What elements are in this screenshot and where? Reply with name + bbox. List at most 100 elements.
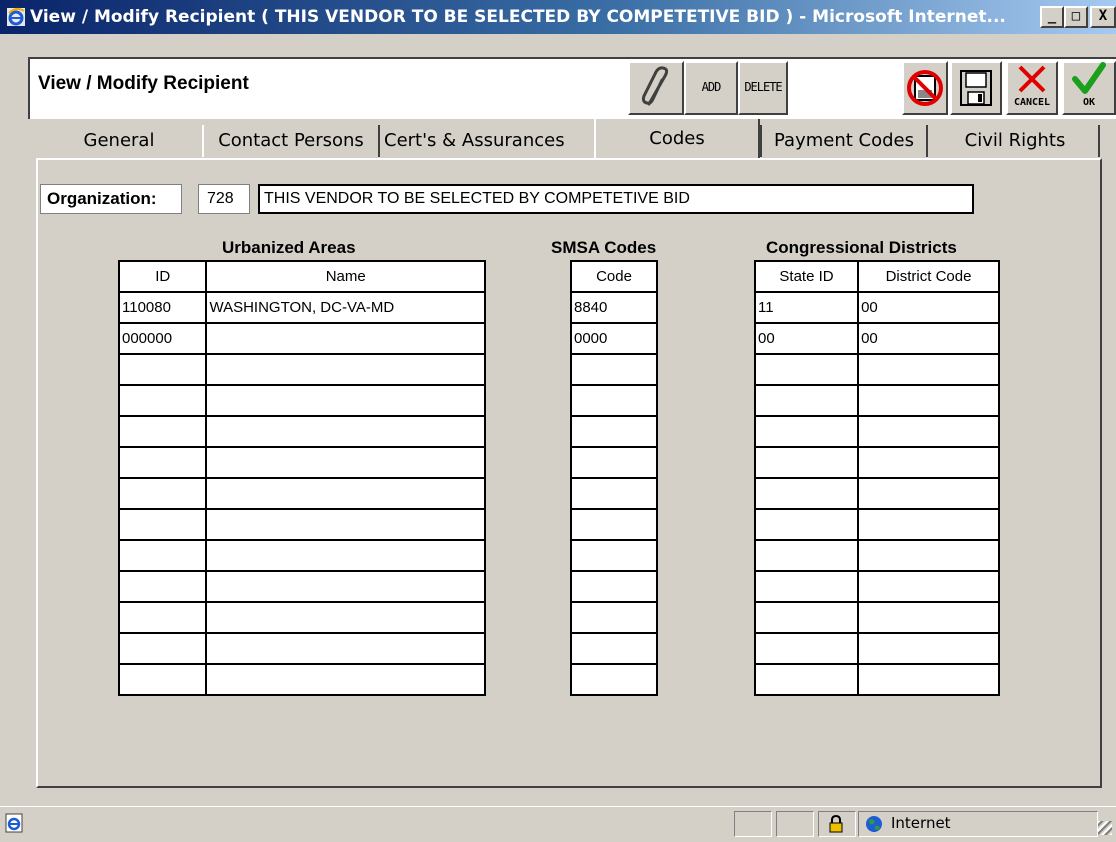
ua-name-cell[interactable] [205, 663, 486, 696]
maximize-button[interactable]: □ [1064, 6, 1088, 28]
ua-name-cell[interactable] [205, 508, 486, 541]
table-row [753, 570, 1000, 603]
close-button[interactable]: X [1090, 6, 1116, 28]
smsa-code-cell[interactable] [570, 601, 658, 634]
state-id-cell[interactable] [753, 446, 860, 479]
tab-civil-rights[interactable]: Civil Rights [932, 125, 1100, 157]
district-code-cell[interactable] [857, 663, 1000, 696]
ua-name-cell[interactable] [205, 353, 486, 386]
smsa-code-cell[interactable] [570, 384, 658, 417]
state-id-cell[interactable] [753, 539, 860, 572]
ua-name-cell[interactable]: WASHINGTON, DC-VA-MD [205, 291, 486, 324]
ua-name-cell[interactable] [205, 446, 486, 479]
resize-grip[interactable] [1098, 821, 1112, 835]
state-id-cell[interactable] [753, 384, 860, 417]
add-button[interactable]: ADD [684, 61, 738, 115]
state-id-cell[interactable] [753, 570, 860, 603]
district-code-cell[interactable] [857, 539, 1000, 572]
ua-name-cell[interactable] [205, 570, 486, 603]
organization-id-field[interactable]: 728 [198, 184, 250, 214]
ua-id-cell[interactable] [117, 601, 208, 634]
ua-id-cell[interactable] [117, 508, 208, 541]
table-row [753, 508, 1000, 541]
district-code-cell[interactable] [857, 353, 1000, 386]
ua-name-cell[interactable] [205, 632, 486, 665]
smsa-code-cell[interactable] [570, 353, 658, 386]
table-row [117, 477, 486, 510]
tab-general[interactable]: General [36, 125, 202, 157]
ua-id-cell[interactable] [117, 384, 208, 417]
tab-codes[interactable]: Codes [594, 119, 760, 159]
table-row [570, 663, 658, 696]
district-code-cell[interactable] [857, 508, 1000, 541]
table-row: 0000 [753, 322, 1000, 355]
smsa-code-cell[interactable] [570, 477, 658, 510]
column-header-code[interactable]: Code [570, 260, 658, 293]
smsa-code-cell[interactable] [570, 570, 658, 603]
tab-payment-codes[interactable]: Payment Codes [760, 125, 928, 157]
district-code-cell[interactable] [857, 632, 1000, 665]
state-id-cell[interactable] [753, 508, 860, 541]
ua-id-cell[interactable] [117, 446, 208, 479]
state-id-cell[interactable]: 00 [753, 322, 860, 355]
district-code-cell[interactable] [857, 570, 1000, 603]
ua-id-cell[interactable] [117, 415, 208, 448]
ua-id-cell[interactable] [117, 539, 208, 572]
column-header-id[interactable]: ID [117, 260, 208, 293]
delete-button[interactable]: DELETE [738, 61, 788, 115]
tab-certs-assurances[interactable]: Cert's & Assurances [380, 125, 594, 157]
save-button[interactable] [950, 61, 1002, 115]
attach-button[interactable] [628, 61, 684, 115]
state-id-cell[interactable] [753, 477, 860, 510]
state-id-cell[interactable] [753, 601, 860, 634]
ua-name-cell[interactable] [205, 477, 486, 510]
smsa-code-cell[interactable] [570, 663, 658, 696]
smsa-code-cell[interactable] [570, 415, 658, 448]
column-header-name[interactable]: Name [205, 260, 486, 293]
ok-button[interactable]: OK [1062, 61, 1116, 115]
table-row [117, 508, 486, 541]
state-id-cell[interactable]: 11 [753, 291, 860, 324]
ua-id-cell[interactable] [117, 663, 208, 696]
table-row [117, 353, 486, 386]
state-id-cell[interactable] [753, 663, 860, 696]
district-code-cell[interactable] [857, 415, 1000, 448]
district-code-cell[interactable] [857, 384, 1000, 417]
column-header-state-id[interactable]: State ID [753, 260, 860, 293]
ua-name-cell[interactable] [205, 322, 486, 355]
minimize-button[interactable]: _ [1040, 6, 1064, 28]
table-row: 11 00 [753, 291, 1000, 324]
smsa-code-cell[interactable] [570, 508, 658, 541]
state-id-cell[interactable] [753, 632, 860, 665]
tab-contact-persons[interactable]: Contact Persons [202, 125, 380, 157]
ua-id-cell[interactable]: 000000 [117, 322, 208, 355]
smsa-code-cell[interactable]: 8840 [570, 291, 658, 324]
ua-name-cell[interactable] [205, 601, 486, 634]
ua-name-cell[interactable] [205, 384, 486, 417]
organization-name-field[interactable]: THIS VENDOR TO BE SELECTED BY COMPETETIV… [258, 184, 974, 214]
district-code-cell[interactable] [857, 477, 1000, 510]
ua-id-cell[interactable] [117, 632, 208, 665]
state-id-cell[interactable] [753, 415, 860, 448]
district-code-cell[interactable]: 00 [857, 291, 1000, 324]
cancel-button[interactable]: CANCEL [1006, 61, 1058, 115]
status-cell [776, 811, 814, 837]
district-code-cell[interactable]: 00 [857, 322, 1000, 355]
smsa-code-cell[interactable] [570, 632, 658, 665]
ua-name-cell[interactable] [205, 415, 486, 448]
smsa-code-cell[interactable] [570, 539, 658, 572]
window-title-bar[interactable]: View / Modify Recipient ( THIS VENDOR TO… [0, 0, 1116, 34]
smsa-code-cell[interactable]: 0000 [570, 322, 658, 355]
no-print-button[interactable] [902, 61, 948, 115]
ua-name-cell[interactable] [205, 539, 486, 572]
ua-id-cell[interactable] [117, 477, 208, 510]
smsa-code-cell[interactable] [570, 446, 658, 479]
table-row [117, 415, 486, 448]
ua-id-cell[interactable] [117, 353, 208, 386]
ua-id-cell[interactable] [117, 570, 208, 603]
district-code-cell[interactable] [857, 601, 1000, 634]
state-id-cell[interactable] [753, 353, 860, 386]
ua-id-cell[interactable]: 110080 [117, 291, 208, 324]
column-header-district-code[interactable]: District Code [857, 260, 1000, 293]
district-code-cell[interactable] [857, 446, 1000, 479]
